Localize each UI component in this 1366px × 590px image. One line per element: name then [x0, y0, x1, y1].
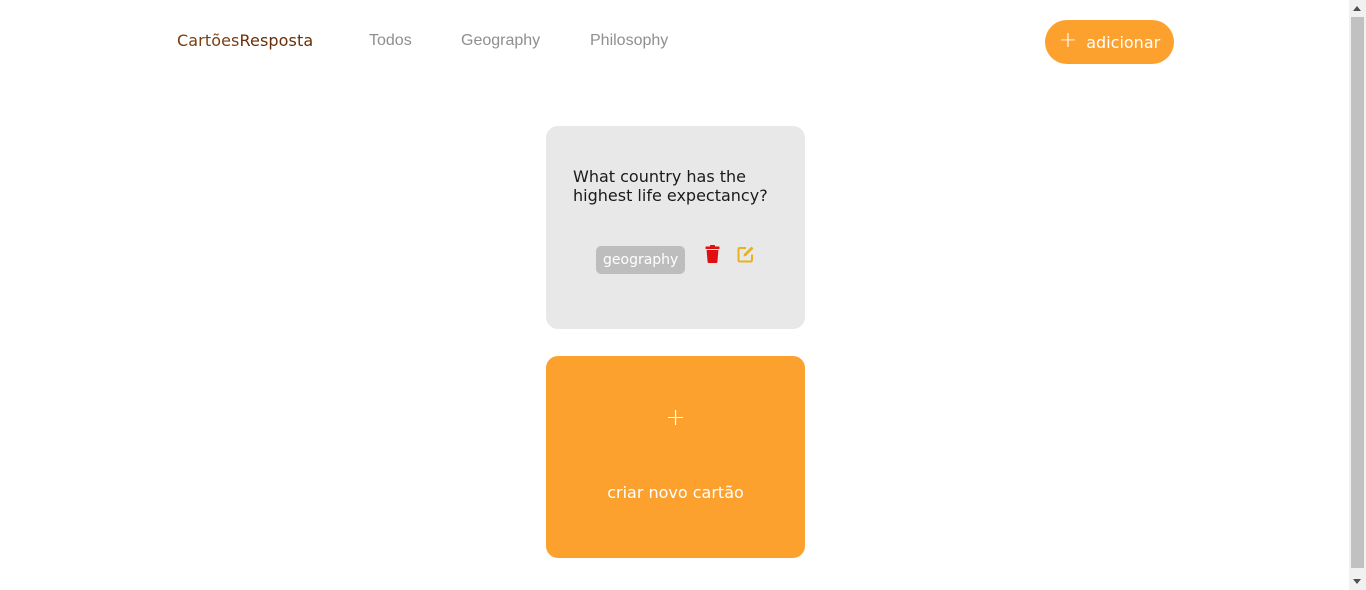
brand-logo[interactable]: CartõesResposta	[177, 31, 313, 50]
scrollbar-thumb[interactable]	[1351, 17, 1364, 568]
scroll-down-arrow-icon[interactable]	[1353, 579, 1361, 584]
scroll-up-arrow-icon[interactable]	[1353, 6, 1361, 11]
brand-part-1: Cartões	[177, 31, 240, 50]
card-question: What country has the highest life expect…	[573, 167, 768, 205]
new-card-button[interactable]: + criar novo cartão	[546, 356, 805, 558]
page: CartõesResposta Todos Geography Philosop…	[0, 0, 1366, 590]
vertical-scrollbar[interactable]	[1349, 0, 1366, 590]
category-tag[interactable]: geography	[596, 246, 686, 274]
add-button-label: adicionar	[1086, 32, 1161, 52]
nav-item-philosophy[interactable]: Philosophy	[590, 32, 668, 50]
new-card-label: criar novo cartão	[607, 483, 744, 502]
plus-icon: +	[1058, 28, 1078, 53]
edit-icon[interactable]	[737, 245, 755, 263]
nav-item-todos[interactable]: Todos	[369, 32, 412, 50]
brand-part-2: Resposta	[239, 31, 314, 50]
add-button[interactable]: + adicionar	[1045, 20, 1174, 64]
flash-card[interactable]: What country has the highest life expect…	[546, 126, 805, 329]
plus-icon: +	[665, 403, 686, 431]
trash-icon[interactable]	[705, 245, 720, 263]
nav-item-geography[interactable]: Geography	[461, 32, 540, 50]
